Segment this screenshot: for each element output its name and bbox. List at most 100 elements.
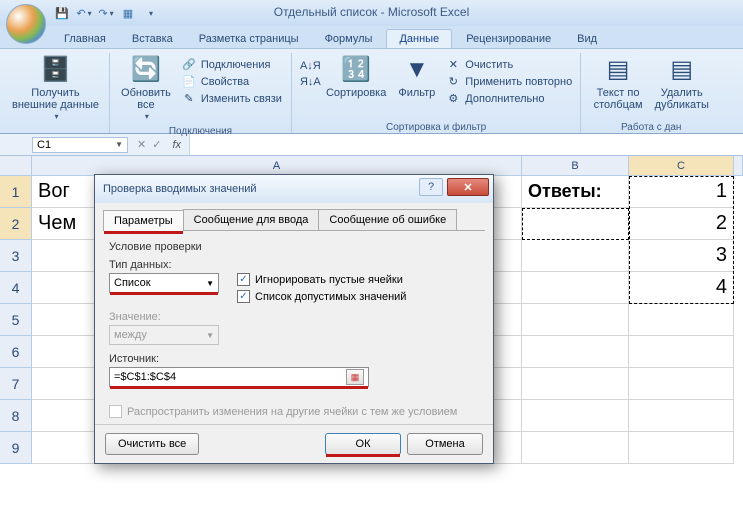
- ignore-blank-checkbox[interactable]: ✓Игнорировать пустые ячейки: [237, 273, 406, 286]
- cell-B9[interactable]: [522, 432, 629, 464]
- edit-links-button[interactable]: ✎Изменить связи: [179, 91, 284, 106]
- editlinks-icon: ✎: [181, 92, 197, 105]
- office-button[interactable]: [6, 4, 46, 44]
- qat-item-icon[interactable]: ▦: [120, 5, 136, 21]
- chk-label: Распространить изменения на другие ячейк…: [127, 406, 457, 418]
- cell-C7[interactable]: [629, 368, 734, 400]
- chevron-down-icon[interactable]: ▼: [115, 140, 123, 149]
- col-header-extra[interactable]: [734, 156, 743, 176]
- dialog-titlebar[interactable]: Проверка вводимых значений ? ✕: [95, 175, 493, 203]
- clear-icon: ✕: [445, 58, 461, 71]
- undo-icon[interactable]: ↶: [76, 5, 92, 21]
- cell-C3[interactable]: 3: [629, 240, 734, 272]
- dialog-close-button[interactable]: ✕: [447, 178, 489, 196]
- type-select[interactable]: Список ▼: [109, 273, 219, 293]
- range-picker-button[interactable]: ▦: [346, 369, 364, 385]
- tab-formulas[interactable]: Формулы: [313, 30, 385, 48]
- connections-button[interactable]: 🔗Подключения: [179, 57, 284, 72]
- cancel-icon[interactable]: ✕: [137, 138, 146, 151]
- cell-C6[interactable]: [629, 336, 734, 368]
- dialog-help-button[interactable]: ?: [419, 178, 443, 196]
- fx-icon[interactable]: fx: [172, 139, 181, 151]
- row-header[interactable]: 7: [0, 368, 32, 400]
- tab-data[interactable]: Данные: [386, 29, 452, 48]
- row-header[interactable]: 6: [0, 336, 32, 368]
- tab-home[interactable]: Главная: [52, 30, 118, 48]
- filter-button[interactable]: ▼ Фильтр: [394, 53, 439, 106]
- row-header[interactable]: 5: [0, 304, 32, 336]
- sort-desc-icon: Я↓А: [300, 76, 316, 88]
- cell-B5[interactable]: [522, 304, 629, 336]
- tab-pagelayout[interactable]: Разметка страницы: [187, 30, 311, 48]
- text-to-columns-button[interactable]: ▤ Текст по столбцам: [590, 53, 647, 113]
- refresh-all-button[interactable]: 🔄 Обновить все: [117, 53, 175, 124]
- get-external-data-button[interactable]: 🗄️ Получить внешние данные: [8, 53, 103, 124]
- dialog-tab-input-message[interactable]: Сообщение для ввода: [183, 209, 320, 230]
- group-label: Сортировка и фильтр: [298, 120, 574, 133]
- row-header[interactable]: 2: [0, 208, 32, 240]
- tab-review[interactable]: Рецензирование: [454, 30, 563, 48]
- remove-duplicates-button[interactable]: ▤ Удалить дубликаты: [651, 53, 713, 113]
- cell-C2[interactable]: 2: [629, 208, 734, 240]
- btn-label: Дополнительно: [465, 93, 544, 105]
- type-label: Тип данных:: [109, 259, 219, 271]
- row-header[interactable]: 4: [0, 272, 32, 304]
- qat-customize-icon[interactable]: [142, 5, 158, 21]
- tab-view[interactable]: Вид: [565, 30, 609, 48]
- window-title: Отдельный список - Microsoft Excel: [274, 5, 470, 19]
- group-sort-filter: А↓Я Я↓А 🔢 Сортировка ▼ Фильтр ✕Очистить …: [292, 53, 581, 133]
- redo-icon[interactable]: ↷: [98, 5, 114, 21]
- cell-B3[interactable]: [522, 240, 629, 272]
- cell-C9[interactable]: [629, 432, 734, 464]
- removedup-icon: ▤: [670, 55, 693, 85]
- ok-button[interactable]: ОК: [325, 433, 401, 455]
- source-input[interactable]: =$C$1:$C$4 ▦: [109, 367, 369, 387]
- cell-B8[interactable]: [522, 400, 629, 432]
- tab-insert[interactable]: Вставка: [120, 30, 185, 48]
- col-header-B[interactable]: B: [522, 156, 629, 176]
- btn-label: Текст по столбцам: [594, 87, 643, 111]
- cell-B6[interactable]: [522, 336, 629, 368]
- texttocol-icon: ▤: [607, 55, 630, 85]
- row-header[interactable]: 9: [0, 432, 32, 464]
- cell-C1[interactable]: 1: [629, 176, 734, 208]
- dialog-tab-parameters[interactable]: Параметры: [103, 210, 184, 231]
- confirm-icon[interactable]: ✓: [152, 138, 161, 151]
- cell-C4[interactable]: 4: [629, 272, 734, 304]
- cell-B2[interactable]: [522, 208, 629, 240]
- properties-button[interactable]: 📄Свойства: [179, 74, 284, 89]
- save-icon[interactable]: 💾: [54, 5, 70, 21]
- advanced-button[interactable]: ⚙Дополнительно: [443, 91, 574, 106]
- name-box[interactable]: C1 ▼: [32, 137, 128, 153]
- dialog-tab-error-alert[interactable]: Сообщение об ошибке: [318, 209, 457, 230]
- sort-button[interactable]: 🔢 Сортировка: [322, 53, 390, 106]
- select-all-button[interactable]: [0, 156, 32, 176]
- dialog-tabs: Параметры Сообщение для ввода Сообщение …: [103, 209, 485, 231]
- clear-all-button[interactable]: Очистить все: [105, 433, 199, 455]
- sort-asc-button[interactable]: А↓Я: [298, 59, 318, 73]
- row-header[interactable]: 3: [0, 240, 32, 272]
- tab-label: Параметры: [114, 215, 173, 227]
- external-data-icon: 🗄️: [41, 55, 71, 85]
- checkbox-icon: ✓: [237, 290, 250, 303]
- cell-C5[interactable]: [629, 304, 734, 336]
- formula-input[interactable]: [189, 134, 743, 155]
- group-label: Работа с дан: [587, 120, 715, 133]
- sort-desc-button[interactable]: Я↓А: [298, 75, 318, 89]
- in-cell-dropdown-checkbox[interactable]: ✓Список допустимых значений: [237, 290, 406, 303]
- reapply-icon: ↻: [445, 75, 461, 88]
- column-headers: A B C: [0, 156, 743, 176]
- cell-B7[interactable]: [522, 368, 629, 400]
- cancel-button[interactable]: Отмена: [407, 433, 483, 455]
- cell-B1[interactable]: Ответы:: [522, 176, 629, 208]
- cell-C8[interactable]: [629, 400, 734, 432]
- row-header[interactable]: 1: [0, 176, 32, 208]
- row-header[interactable]: 8: [0, 400, 32, 432]
- connections-icon: 🔗: [181, 58, 197, 71]
- col-header-C[interactable]: C: [629, 156, 734, 176]
- dialog-body: Условие проверки Тип данных: Список ▼ ✓И…: [95, 231, 493, 424]
- clear-button[interactable]: ✕Очистить: [443, 57, 574, 72]
- reapply-button[interactable]: ↻Применить повторно: [443, 74, 574, 89]
- col-header-A[interactable]: A: [32, 156, 522, 176]
- cell-B4[interactable]: [522, 272, 629, 304]
